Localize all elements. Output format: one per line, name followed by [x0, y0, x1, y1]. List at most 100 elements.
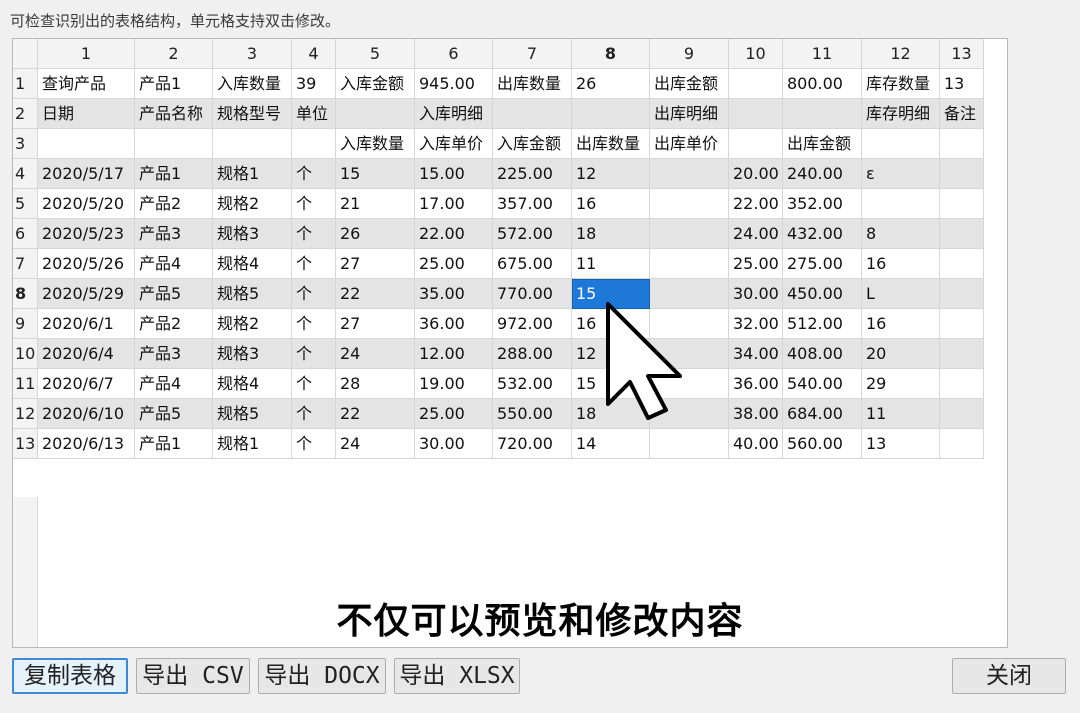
table-cell[interactable]: 2020/5/26	[38, 249, 135, 279]
row-header[interactable]: 5	[13, 189, 38, 219]
row-header[interactable]: 10	[13, 339, 38, 369]
table-cell[interactable]: 个	[292, 159, 336, 189]
table-cell[interactable]: ε	[862, 159, 940, 189]
column-header[interactable]: 12	[862, 39, 940, 69]
column-header[interactable]: 11	[783, 39, 862, 69]
table-cell[interactable]	[940, 219, 984, 249]
table-cell[interactable]: 32.00	[729, 309, 783, 339]
column-header[interactable]: 7	[493, 39, 572, 69]
table-cell[interactable]: 572.00	[493, 219, 572, 249]
table-cell[interactable]: 27	[336, 249, 415, 279]
table-cell[interactable]: 24	[336, 339, 415, 369]
table-cell[interactable]: 25.00	[729, 249, 783, 279]
column-header[interactable]: 1	[38, 39, 135, 69]
table-cell[interactable]: 24.00	[729, 219, 783, 249]
table-cell[interactable]: 675.00	[493, 249, 572, 279]
table-cell[interactable]	[940, 129, 984, 159]
table-cell[interactable]: 720.00	[493, 429, 572, 459]
column-header[interactable]: 8	[572, 39, 650, 69]
table-cell[interactable]: 22	[336, 279, 415, 309]
table-cell[interactable]: 945.00	[415, 69, 493, 99]
table-cell[interactable]: 17.00	[415, 189, 493, 219]
table-cell[interactable]	[650, 219, 729, 249]
table-cell[interactable]: 20	[862, 339, 940, 369]
table-cell[interactable]: 库存明细	[862, 99, 940, 129]
table-cell[interactable]	[940, 369, 984, 399]
table-cell[interactable]: 8	[862, 219, 940, 249]
table-cell[interactable]: 个	[292, 429, 336, 459]
table-cell[interactable]: 11	[572, 249, 650, 279]
table-cell[interactable]: 产品1	[135, 159, 213, 189]
row-header[interactable]: 7	[13, 249, 38, 279]
table-cell[interactable]: 20.00	[729, 159, 783, 189]
table-cell[interactable]: 684.00	[783, 399, 862, 429]
table-cell[interactable]: 个	[292, 249, 336, 279]
table-cell[interactable]: 备注	[940, 99, 984, 129]
table-cell[interactable]: 16	[862, 309, 940, 339]
table-cell[interactable]	[729, 69, 783, 99]
row-header[interactable]: 8	[13, 279, 38, 309]
table-cell[interactable]: 单位	[292, 99, 336, 129]
table-cell[interactable]: 36.00	[415, 309, 493, 339]
table-cell[interactable]: 18	[572, 219, 650, 249]
table-cell[interactable]: 规格1	[213, 429, 292, 459]
table-cell[interactable]: 出库金额	[783, 129, 862, 159]
table-cell[interactable]: 入库数量	[336, 129, 415, 159]
table-cell[interactable]: 产品5	[135, 279, 213, 309]
table-cell[interactable]: 352.00	[783, 189, 862, 219]
table-cell[interactable]	[135, 129, 213, 159]
table-cell[interactable]: 15.00	[415, 159, 493, 189]
table-cell[interactable]	[292, 129, 336, 159]
table-cell[interactable]: 规格3	[213, 339, 292, 369]
table-cell[interactable]: 产品3	[135, 339, 213, 369]
table-cell[interactable]: 产品2	[135, 189, 213, 219]
table-cell[interactable]: 规格4	[213, 249, 292, 279]
corner-header[interactable]	[13, 39, 38, 69]
table-cell[interactable]: 357.00	[493, 189, 572, 219]
column-header[interactable]: 13	[940, 39, 984, 69]
table-cell[interactable]: 入库数量	[213, 69, 292, 99]
table-cell[interactable]	[493, 99, 572, 129]
column-header[interactable]: 9	[650, 39, 729, 69]
table-cell[interactable]	[572, 99, 650, 129]
table-cell[interactable]: 2020/6/13	[38, 429, 135, 459]
table-cell[interactable]	[650, 249, 729, 279]
table-cell[interactable]: 22.00	[729, 189, 783, 219]
column-header[interactable]: 5	[336, 39, 415, 69]
row-header[interactable]: 6	[13, 219, 38, 249]
table-cell[interactable]: 240.00	[783, 159, 862, 189]
table-cell[interactable]: 40.00	[729, 429, 783, 459]
row-header[interactable]: 2	[13, 99, 38, 129]
table-cell[interactable]	[940, 279, 984, 309]
table-cell[interactable]	[862, 129, 940, 159]
row-header[interactable]: 3	[13, 129, 38, 159]
column-header[interactable]: 6	[415, 39, 493, 69]
table-cell[interactable]: 38.00	[729, 399, 783, 429]
column-header[interactable]: 2	[135, 39, 213, 69]
table-cell[interactable]: 13	[862, 429, 940, 459]
table-cell[interactable]: L	[862, 279, 940, 309]
table-cell[interactable]: 26	[336, 219, 415, 249]
table-cell[interactable]: 产品1	[135, 69, 213, 99]
table-cell[interactable]: 入库金额	[493, 129, 572, 159]
table-cell[interactable]: 532.00	[493, 369, 572, 399]
table-cell[interactable]: 2020/5/23	[38, 219, 135, 249]
table-cell[interactable]	[650, 159, 729, 189]
column-header[interactable]: 4	[292, 39, 336, 69]
table-cell[interactable]: 26	[572, 69, 650, 99]
row-header[interactable]: 9	[13, 309, 38, 339]
table-cell[interactable]	[783, 99, 862, 129]
table-grid[interactable]: 1 2 3 4 5 6 7 8 9 10 11 12 13 1 查询产品 产品1 入库数量 39 入库金额 945.…	[12, 38, 1008, 648]
table-cell[interactable]: 225.00	[493, 159, 572, 189]
table-cell[interactable]	[940, 189, 984, 219]
close-button[interactable]: 关闭	[952, 658, 1066, 694]
table-cell[interactable]: 21	[336, 189, 415, 219]
table-cell[interactable]: 入库金额	[336, 69, 415, 99]
table-cell[interactable]: 规格1	[213, 159, 292, 189]
table-cell[interactable]: 个	[292, 369, 336, 399]
table-cell[interactable]: 24	[336, 429, 415, 459]
table-cell[interactable]: 30.00	[729, 279, 783, 309]
table-cell[interactable]: 出库单价	[650, 129, 729, 159]
table-cell[interactable]: 35.00	[415, 279, 493, 309]
row-header[interactable]: 11	[13, 369, 38, 399]
